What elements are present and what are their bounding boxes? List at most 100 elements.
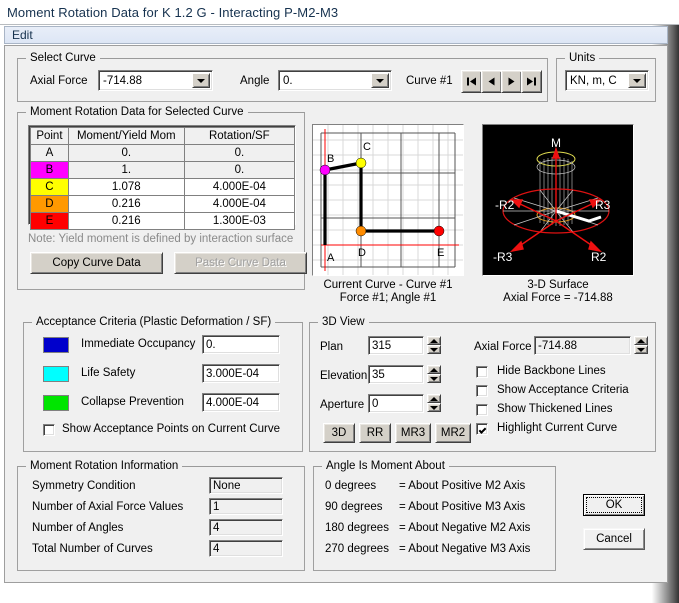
elevation-stepper-up[interactable] [427,365,441,374]
curve-point-label-e: E [437,247,444,259]
view-button-rr[interactable]: RR [359,423,391,443]
curve-data-table-body: A 0. 0. B 1. 0. C 1.078 4.000E-04 D 0.21… [30,144,296,230]
view-axial-force-value: -714.88 [538,339,578,352]
plan-stepper-down[interactable] [427,345,441,354]
cell-moment[interactable]: 1. [67,161,185,179]
cell-point: B [30,161,69,179]
surface-axis-label-r2: R2 [591,250,607,264]
number-of-axial-force-values-value: 1 [213,500,220,513]
table-row[interactable]: E 0.216 1.300E-03 [30,212,296,230]
life-safety-swatch [43,366,69,382]
view-axial-force-stepper[interactable] [634,336,648,354]
life-safety-value: 3.000E-04 [206,367,260,380]
ok-button[interactable]: OK [583,494,645,516]
angle-row-0-description: = About Positive M2 Axis [399,480,526,492]
units-title: Units [565,52,600,64]
view-axial-force-label: Axial Force [474,341,532,353]
plan-value: 315 [372,339,392,352]
cell-rotation[interactable]: 4.000E-04 [183,195,296,213]
collapse-prevention-swatch [43,395,69,411]
curve-caption-line2: Force #1; Angle #1 [339,292,437,304]
cell-moment[interactable]: 0.216 [67,212,185,230]
elevation-stepper[interactable] [427,365,441,383]
axial-force-value: -714.88 [103,74,143,87]
aperture-value: 0 [372,397,379,410]
cell-point: D [30,195,69,213]
moment-rotation-information-title: Moment Rotation Information [26,460,183,472]
copy-curve-data-button[interactable]: Copy Curve Data [30,252,163,274]
view-axial-force-stepper-down[interactable] [634,345,648,354]
cell-point: C [30,178,69,196]
elevation-input[interactable]: 35 [368,365,424,384]
aperture-stepper-down[interactable] [427,403,441,412]
view-button-mr3[interactable]: MR3 [395,423,431,443]
cancel-button[interactable]: Cancel [583,528,645,550]
collapse-prevention-input[interactable]: 4.000E-04 [202,393,280,412]
elevation-stepper-down[interactable] [427,374,441,383]
chevron-down-icon[interactable] [628,73,646,88]
view-button-3d[interactable]: 3D [323,423,355,443]
immediate-occupancy-input[interactable]: 0. [202,335,280,354]
cell-moment[interactable]: 1.078 [67,178,185,196]
view-button-mr2[interactable]: MR2 [435,423,471,443]
previous-record-icon[interactable] [481,70,502,93]
surface-plot[interactable]: M R3 R2 -R2 -R3 [482,124,634,276]
table-row[interactable]: C 1.078 4.000E-04 [30,178,296,196]
cell-rotation[interactable]: 0. [183,161,296,179]
show-thickened-lines-checkbox[interactable] [476,404,488,416]
view-3d-group: 3D View Plan 315 Elevation 35 Aperture 0 [309,316,656,452]
view-axial-force-display: -714.88 [534,336,631,355]
window-title-bar: Moment Rotation Data for K 1.2 G - Inter… [0,0,679,25]
current-curve-plot[interactable]: A B C D E [312,124,464,276]
life-safety-label: Life Safety [81,367,136,379]
cell-rotation[interactable]: 1.300E-03 [183,212,296,230]
table-row[interactable]: B 1. 0. [30,161,296,179]
paste-curve-data-label: Paste Curve Data [195,257,286,269]
elevation-label: Elevation [320,370,368,382]
chevron-down-icon[interactable] [371,73,389,88]
units-combo[interactable]: KN, m, C [565,70,649,91]
angle-row-2-degrees: 180 degrees [325,522,389,534]
curve-data-table[interactable]: Point Moment/Yield Mom Rotation/SF A 0. … [30,127,296,230]
axial-force-combo[interactable]: -714.88 [98,70,213,91]
hide-backbone-lines-label: Hide Backbone Lines [497,365,606,377]
aperture-input[interactable]: 0 [368,394,424,413]
show-acceptance-points-checkbox[interactable] [43,424,55,436]
table-row[interactable]: A 0. 0. [30,144,296,162]
plan-stepper[interactable] [427,336,441,354]
aperture-stepper-up[interactable] [427,394,441,403]
chevron-down-icon[interactable] [192,73,210,88]
highlight-current-curve-checkbox[interactable] [476,423,488,435]
moment-rotation-information-group: Moment Rotation Information Symmetry Con… [17,460,305,571]
angle-row-2-description: = About Negative M2 Axis [399,522,531,534]
surface-plot-svg: M R3 R2 -R2 -R3 [483,125,633,275]
angle-row-1-description: = About Positive M3 Axis [399,501,526,513]
plan-stepper-up[interactable] [427,336,441,345]
application-window: Moment Rotation Data for K 1.2 G - Inter… [0,0,679,603]
menu-item-edit[interactable]: Edit [5,27,40,43]
curve-plot-svg: A B C D E [313,125,463,275]
life-safety-input[interactable]: 3.000E-04 [202,364,280,383]
angle-label: Angle [240,75,270,87]
cell-moment[interactable]: 0.216 [67,195,185,213]
table-row[interactable]: D 0.216 4.000E-04 [30,195,296,213]
menu-bar: Edit [4,26,668,44]
acceptance-criteria-group: Acceptance Criteria (Plastic Deformation… [23,316,303,452]
view-axial-force-stepper-up[interactable] [634,336,648,345]
cell-moment[interactable]: 0. [67,144,185,162]
plan-input[interactable]: 315 [368,336,424,355]
window-title: Moment Rotation Data for K 1.2 G - Inter… [7,4,339,20]
aperture-stepper[interactable] [427,394,441,412]
elevation-value: 35 [372,368,385,381]
first-record-icon[interactable] [461,70,482,93]
surface-caption-line1: 3-D Surface [527,279,589,291]
angle-combo[interactable]: 0. [278,70,392,91]
last-record-icon[interactable] [521,70,542,93]
surface-axis-label-m: M [551,136,561,150]
show-acceptance-criteria-checkbox[interactable] [476,385,488,397]
hide-backbone-lines-checkbox[interactable] [476,366,488,378]
next-record-icon[interactable] [501,70,522,93]
curve-data-table-wrapper: Point Moment/Yield Mom Rotation/SF A 0. … [28,125,296,230]
cell-rotation[interactable]: 4.000E-04 [183,178,296,196]
cell-rotation[interactable]: 0. [183,144,296,162]
